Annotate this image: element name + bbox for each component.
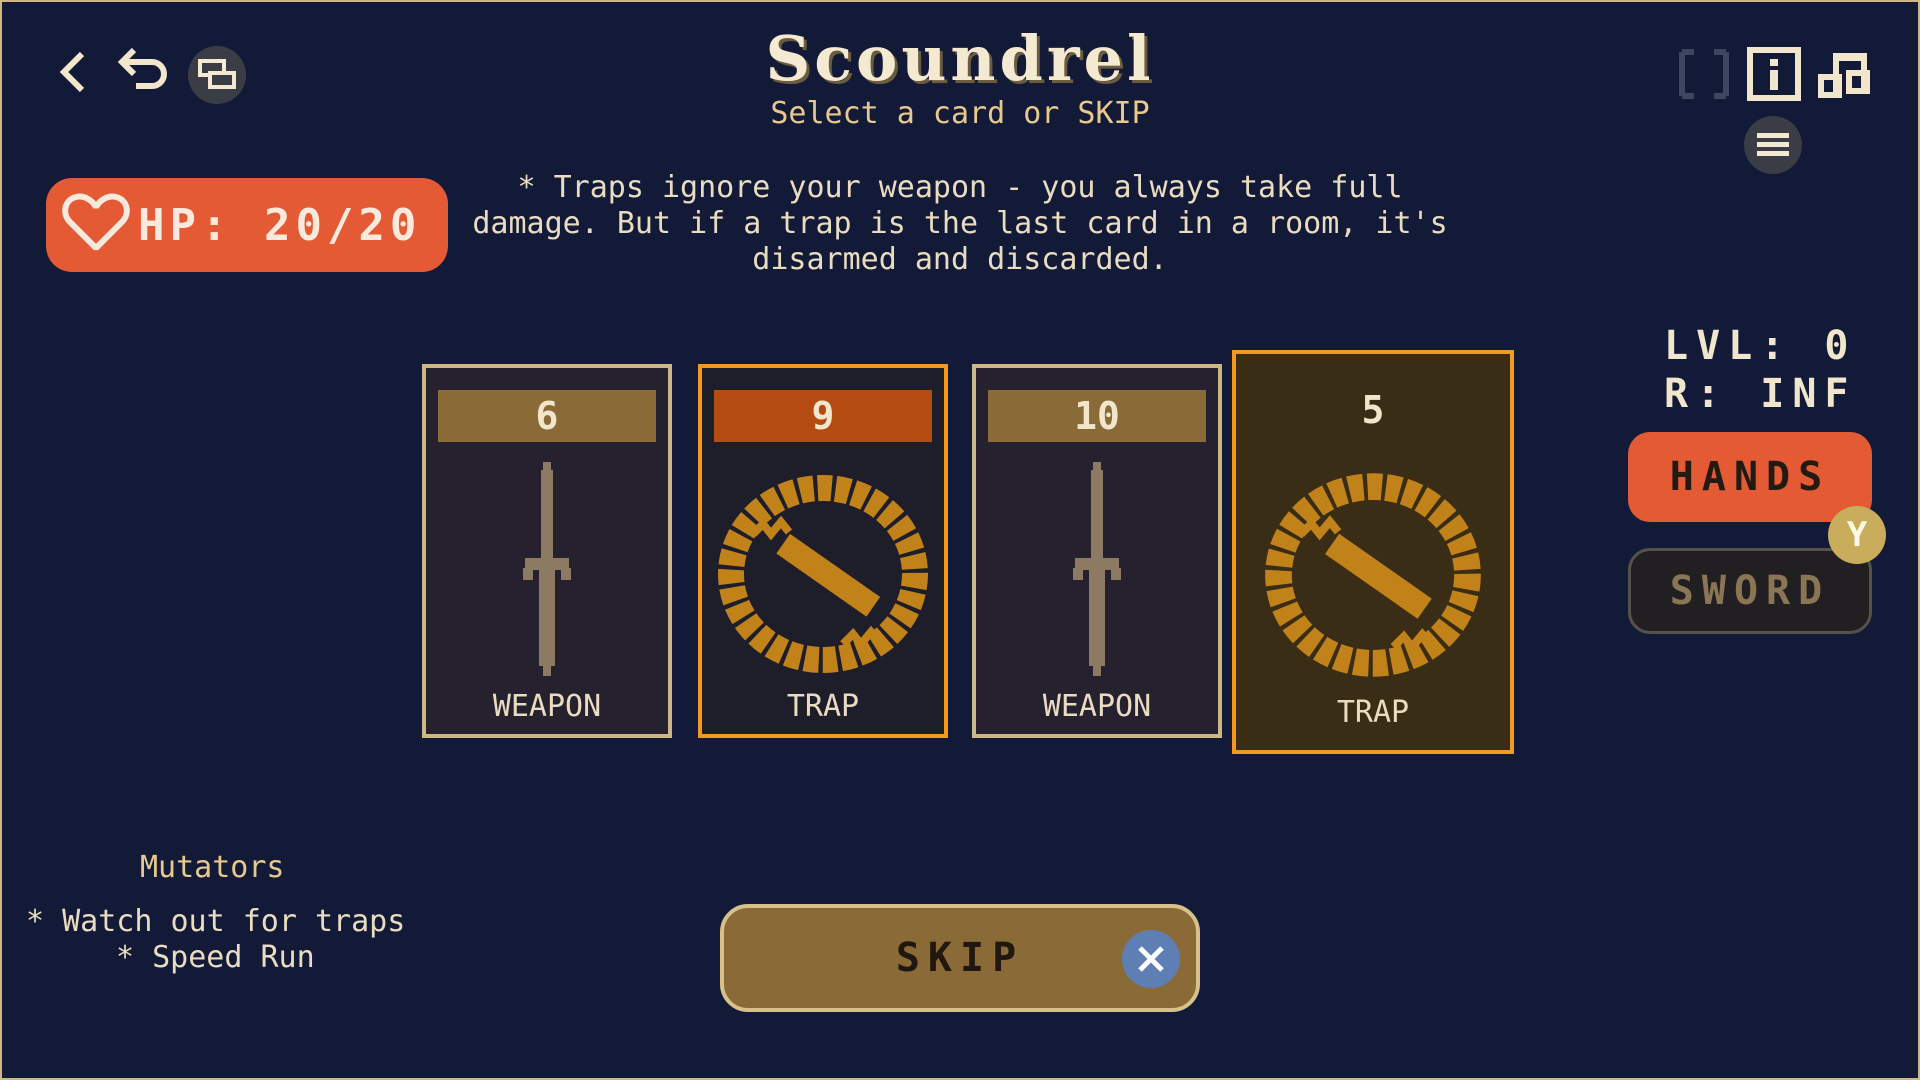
rooms-label: R: INF (1664, 371, 1857, 417)
trap-icon (1236, 462, 1510, 688)
menu-icon[interactable] (1744, 116, 1802, 174)
card-value: 10 (988, 390, 1206, 442)
card-trap-9[interactable]: 9 TRAP (698, 364, 948, 738)
hands-button[interactable]: HANDS (1628, 432, 1872, 522)
heart-icon (62, 192, 130, 258)
sword-button[interactable]: SWORD (1628, 548, 1872, 634)
mutators-title: Mutators (140, 850, 285, 885)
info-icon[interactable] (1744, 44, 1804, 104)
card-label: WEAPON (1042, 689, 1152, 724)
mutator-item: * Speed Run (116, 940, 315, 975)
skip-label: SKIP (895, 935, 1025, 981)
card-label: TRAP (786, 689, 860, 724)
card-weapon-10[interactable]: 10 WEAPON (972, 364, 1222, 738)
card-value: 5 (1361, 388, 1385, 432)
card-label: TRAP (1336, 695, 1410, 730)
trap-icon (702, 464, 944, 684)
card-weapon-6[interactable]: 6 WEAPON (422, 364, 672, 738)
card-value: 9 (714, 390, 932, 442)
sword-icon (976, 462, 1218, 682)
mutator-item: * Watch out for traps (26, 904, 406, 939)
instruction-subtitle: Select a card or SKIP (770, 96, 1150, 131)
x-button-icon[interactable] (1122, 930, 1180, 988)
hp-label: HP: 20/20 (138, 199, 422, 251)
music-icon[interactable] (1814, 44, 1874, 104)
game-title: Scoundrel (765, 22, 1155, 95)
hint-text: * Traps ignore your weapon - you always … (472, 170, 1448, 277)
stats-panel: LVL: 0 R: INF (1664, 322, 1857, 418)
hp-badge: HP: 20/20 (46, 178, 448, 272)
sword-icon (426, 462, 668, 682)
level-label: LVL: 0 (1664, 323, 1857, 369)
y-button-hint: Y (1828, 506, 1886, 564)
fullscreen-icon[interactable] (1674, 44, 1734, 104)
card-trap-5[interactable]: 5 TRAP (1232, 350, 1514, 754)
card-value: 6 (438, 390, 656, 442)
card-label: WEAPON (492, 689, 602, 724)
